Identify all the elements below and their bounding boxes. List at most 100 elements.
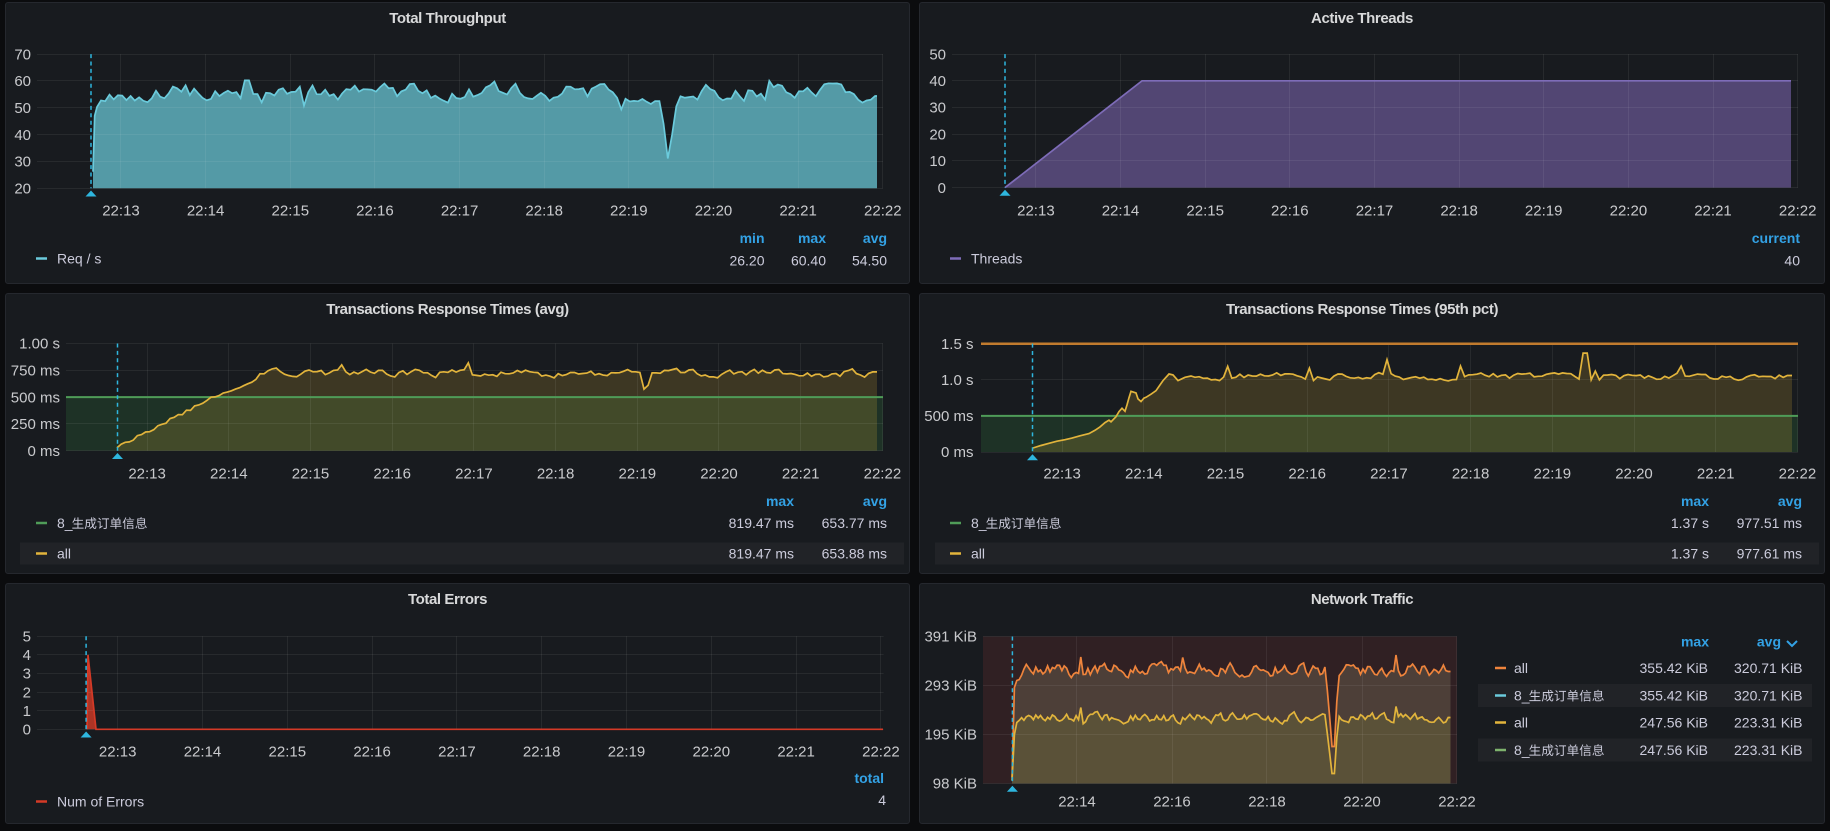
svg-text:22:22: 22:22 (1779, 202, 1817, 219)
svg-text:22:18: 22:18 (1440, 202, 1478, 219)
svg-text:1.00 s: 1.00 s (19, 336, 60, 353)
svg-text:20: 20 (929, 126, 946, 143)
svg-text:22:15: 22:15 (272, 202, 310, 219)
svg-text:247.56 KiB: 247.56 KiB (1640, 742, 1709, 758)
svg-text:22:21: 22:21 (1697, 465, 1735, 482)
svg-text:355.42 KiB: 355.42 KiB (1640, 660, 1709, 676)
svg-text:22:17: 22:17 (438, 743, 476, 760)
svg-text:22:22: 22:22 (862, 743, 900, 760)
svg-text:40: 40 (1784, 253, 1800, 269)
svg-text:22:14: 22:14 (1058, 794, 1096, 811)
svg-text:22:21: 22:21 (779, 202, 817, 219)
svg-text:0: 0 (23, 722, 31, 739)
svg-text:22:19: 22:19 (1525, 202, 1563, 219)
svg-text:22:22: 22:22 (1438, 794, 1476, 811)
svg-text:653.77 ms: 653.77 ms (822, 515, 887, 531)
svg-text:22:20: 22:20 (1610, 202, 1648, 219)
svg-text:20: 20 (14, 181, 31, 198)
svg-text:22:19: 22:19 (610, 202, 648, 219)
svg-text:0: 0 (938, 180, 946, 197)
svg-text:40: 40 (14, 127, 31, 144)
svg-text:current: current (1752, 230, 1801, 246)
svg-text:22:18: 22:18 (523, 743, 561, 760)
svg-text:22:14: 22:14 (210, 465, 248, 482)
svg-text:22:20: 22:20 (1615, 465, 1653, 482)
svg-text:22:16: 22:16 (1153, 794, 1191, 811)
svg-text:54.50: 54.50 (852, 253, 887, 269)
svg-text:all: all (57, 546, 71, 562)
svg-text:22:22: 22:22 (864, 465, 902, 482)
svg-text:26.20: 26.20 (729, 253, 764, 269)
svg-text:50: 50 (14, 100, 31, 117)
svg-text:22:21: 22:21 (782, 465, 820, 482)
svg-text:22:22: 22:22 (1779, 465, 1817, 482)
svg-text:819.47 ms: 819.47 ms (729, 546, 794, 562)
svg-text:8_: 8_ (57, 515, 73, 531)
svg-text:1.37 s: 1.37 s (1671, 515, 1709, 531)
svg-text:50: 50 (929, 46, 946, 63)
svg-text:1.5 s: 1.5 s (941, 336, 974, 353)
svg-text:1.0 s: 1.0 s (941, 372, 974, 389)
svg-text:avg: avg (1757, 634, 1781, 650)
svg-text:22:22: 22:22 (864, 202, 902, 219)
svg-text:Threads: Threads (971, 251, 1022, 267)
svg-text:22:16: 22:16 (1288, 465, 1326, 482)
svg-text:223.31 KiB: 223.31 KiB (1734, 742, 1803, 758)
svg-text:22:15: 22:15 (1186, 202, 1224, 219)
svg-text:22:16: 22:16 (1271, 202, 1309, 219)
svg-text:320.71 KiB: 320.71 KiB (1734, 660, 1803, 676)
svg-text:max: max (766, 493, 794, 509)
svg-text:1: 1 (23, 703, 31, 720)
svg-text:avg: avg (863, 493, 887, 509)
svg-text:30: 30 (14, 154, 31, 171)
svg-text:22:14: 22:14 (184, 743, 222, 760)
svg-text:22:17: 22:17 (441, 202, 479, 219)
svg-text:22:21: 22:21 (777, 743, 815, 760)
svg-text:22:19: 22:19 (619, 465, 657, 482)
svg-text:max: max (1681, 493, 1709, 509)
svg-text:500 ms: 500 ms (924, 408, 973, 425)
svg-text:22:15: 22:15 (292, 465, 330, 482)
svg-text:all: all (1514, 660, 1528, 676)
svg-text:5: 5 (23, 629, 31, 646)
svg-text:223.31 KiB: 223.31 KiB (1734, 715, 1803, 731)
svg-text:293 KiB: 293 KiB (924, 678, 977, 695)
svg-text:355.42 KiB: 355.42 KiB (1640, 688, 1709, 704)
svg-text:247.56 KiB: 247.56 KiB (1640, 715, 1709, 731)
svg-text:22:16: 22:16 (353, 743, 391, 760)
svg-text:0 ms: 0 ms (941, 444, 974, 461)
svg-text:8_: 8_ (1514, 742, 1530, 758)
svg-text:22:14: 22:14 (1102, 202, 1140, 219)
svg-text:977.51 ms: 977.51 ms (1737, 515, 1802, 531)
svg-text:8_: 8_ (971, 515, 987, 531)
svg-text:all: all (1514, 715, 1528, 731)
svg-text:22:19: 22:19 (608, 743, 646, 760)
svg-text:22:13: 22:13 (99, 743, 137, 760)
svg-text:all: all (971, 546, 985, 562)
svg-text:22:19: 22:19 (1534, 465, 1572, 482)
svg-text:22:16: 22:16 (373, 465, 411, 482)
svg-text:4: 4 (878, 792, 886, 808)
svg-text:22:18: 22:18 (537, 465, 575, 482)
svg-text:22:13: 22:13 (1017, 202, 1055, 219)
svg-text:total: total (854, 770, 884, 786)
svg-text:22:13: 22:13 (128, 465, 166, 482)
svg-text:22:18: 22:18 (1452, 465, 1490, 482)
svg-text:min: min (740, 230, 765, 246)
svg-text:22:20: 22:20 (693, 743, 731, 760)
svg-text:22:17: 22:17 (455, 465, 493, 482)
svg-text:22:17: 22:17 (1356, 202, 1394, 219)
svg-text:750 ms: 750 ms (11, 363, 60, 380)
svg-text:22:21: 22:21 (1694, 202, 1732, 219)
svg-text:Req / s: Req / s (57, 251, 101, 267)
svg-text:22:18: 22:18 (525, 202, 563, 219)
svg-text:avg: avg (863, 230, 887, 246)
svg-text:22:14: 22:14 (187, 202, 225, 219)
svg-text:3: 3 (23, 666, 31, 683)
svg-text:98 KiB: 98 KiB (933, 776, 977, 793)
svg-text:max: max (798, 230, 826, 246)
svg-text:22:18: 22:18 (1248, 794, 1286, 811)
svg-text:320.71 KiB: 320.71 KiB (1734, 688, 1803, 704)
svg-text:250 ms: 250 ms (11, 416, 60, 433)
svg-text:0 ms: 0 ms (27, 443, 60, 460)
